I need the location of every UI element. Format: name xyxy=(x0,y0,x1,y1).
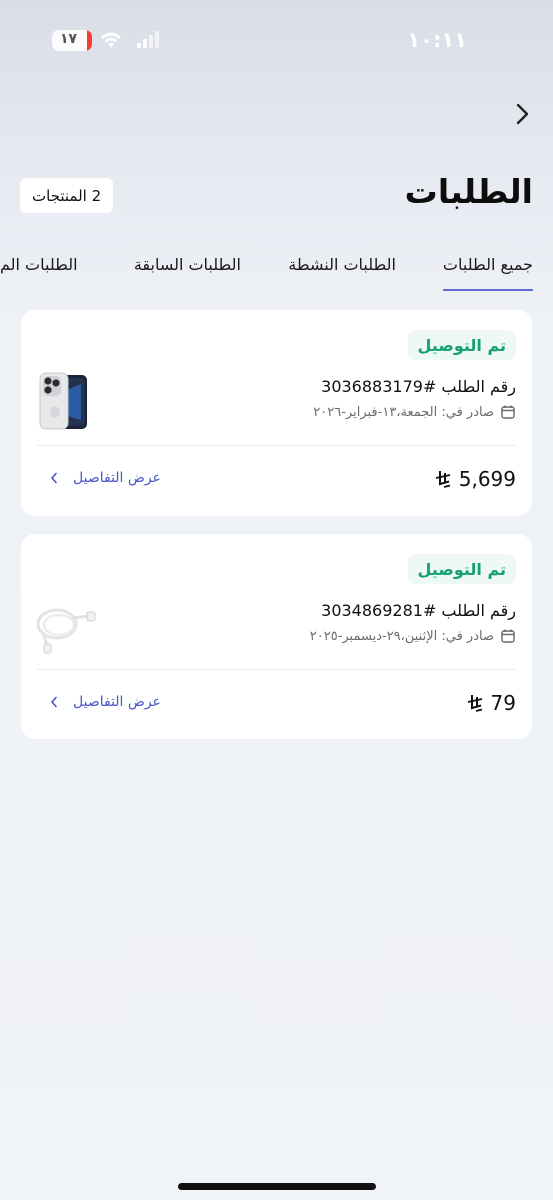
order-date-row: صادر في: الجمعة،١٣-فبراير-٢٠٢٦ xyxy=(313,404,516,420)
tab-past-orders[interactable]: الطلبات السابقة xyxy=(134,255,241,274)
status-badge: تم التوصيل xyxy=(407,554,516,584)
iphone-image xyxy=(39,372,87,430)
signal-icon xyxy=(137,31,159,48)
order-date: صادر في: الإثنين،٢٩-ديسمبر-٢٠٢٥ xyxy=(309,628,494,644)
calendar-icon xyxy=(501,405,515,419)
battery-icon: ١٧ xyxy=(52,30,92,51)
card-divider xyxy=(37,445,516,446)
order-number: رقم الطلب #3036883179 xyxy=(321,377,516,396)
card-divider xyxy=(37,669,516,670)
chevron-left-icon xyxy=(50,696,57,708)
saudi-riyal-icon xyxy=(467,695,482,712)
order-tabs: جميع الطلبات الطلبات النشطة الطلبات السا… xyxy=(0,255,553,295)
saudi-riyal-icon xyxy=(435,471,450,488)
order-card: تم التوصيل رقم الطلب #3034869281 صادر في… xyxy=(21,534,532,739)
order-price: 5,699 xyxy=(458,467,516,491)
view-details-label: عرض التفاصيل xyxy=(73,694,161,710)
price-row: 79 xyxy=(465,691,516,715)
order-date-row: صادر في: الإثنين،٢٩-ديسمبر-٢٠٢٥ xyxy=(310,628,516,644)
view-details-link[interactable]: عرض التفاصيل xyxy=(49,470,161,486)
order-date: صادر في: الجمعة،١٣-فبراير-٢٠٢٦ xyxy=(313,404,494,420)
status-badge: تم التوصيل xyxy=(407,330,516,360)
tab-all-orders[interactable]: جميع الطلبات xyxy=(442,255,534,291)
battery-fill xyxy=(87,30,92,51)
page-title: الطلبات xyxy=(404,172,533,211)
home-indicator[interactable] xyxy=(178,1183,376,1190)
order-card: تم التوصيل رقم الطلب #3036883179 صادر في… xyxy=(21,310,532,516)
order-price: 79 xyxy=(490,691,516,715)
back-chevron-icon[interactable] xyxy=(511,100,535,128)
view-details-label: عرض التفاصيل xyxy=(73,470,161,486)
wifi-icon xyxy=(101,32,121,48)
view-details-link[interactable]: عرض التفاصيل xyxy=(49,694,161,710)
battery-level: ١٧ xyxy=(60,31,78,47)
status-time: ١٠:١١ xyxy=(407,28,467,52)
order-number: رقم الطلب #3034869281 xyxy=(321,601,516,620)
usb-c-cable-image xyxy=(36,608,96,654)
price-row: 5,699 xyxy=(433,467,516,491)
status-bar: ١٧ ١٠:١١ xyxy=(0,0,553,70)
calendar-icon xyxy=(501,629,515,643)
products-count-chip[interactable]: 2 المنتجات xyxy=(20,178,114,213)
tab-active-orders[interactable]: الطلبات النشطة xyxy=(288,255,396,274)
chevron-left-icon xyxy=(50,472,57,484)
tab-other-orders[interactable]: الطلبات الم xyxy=(0,255,78,274)
